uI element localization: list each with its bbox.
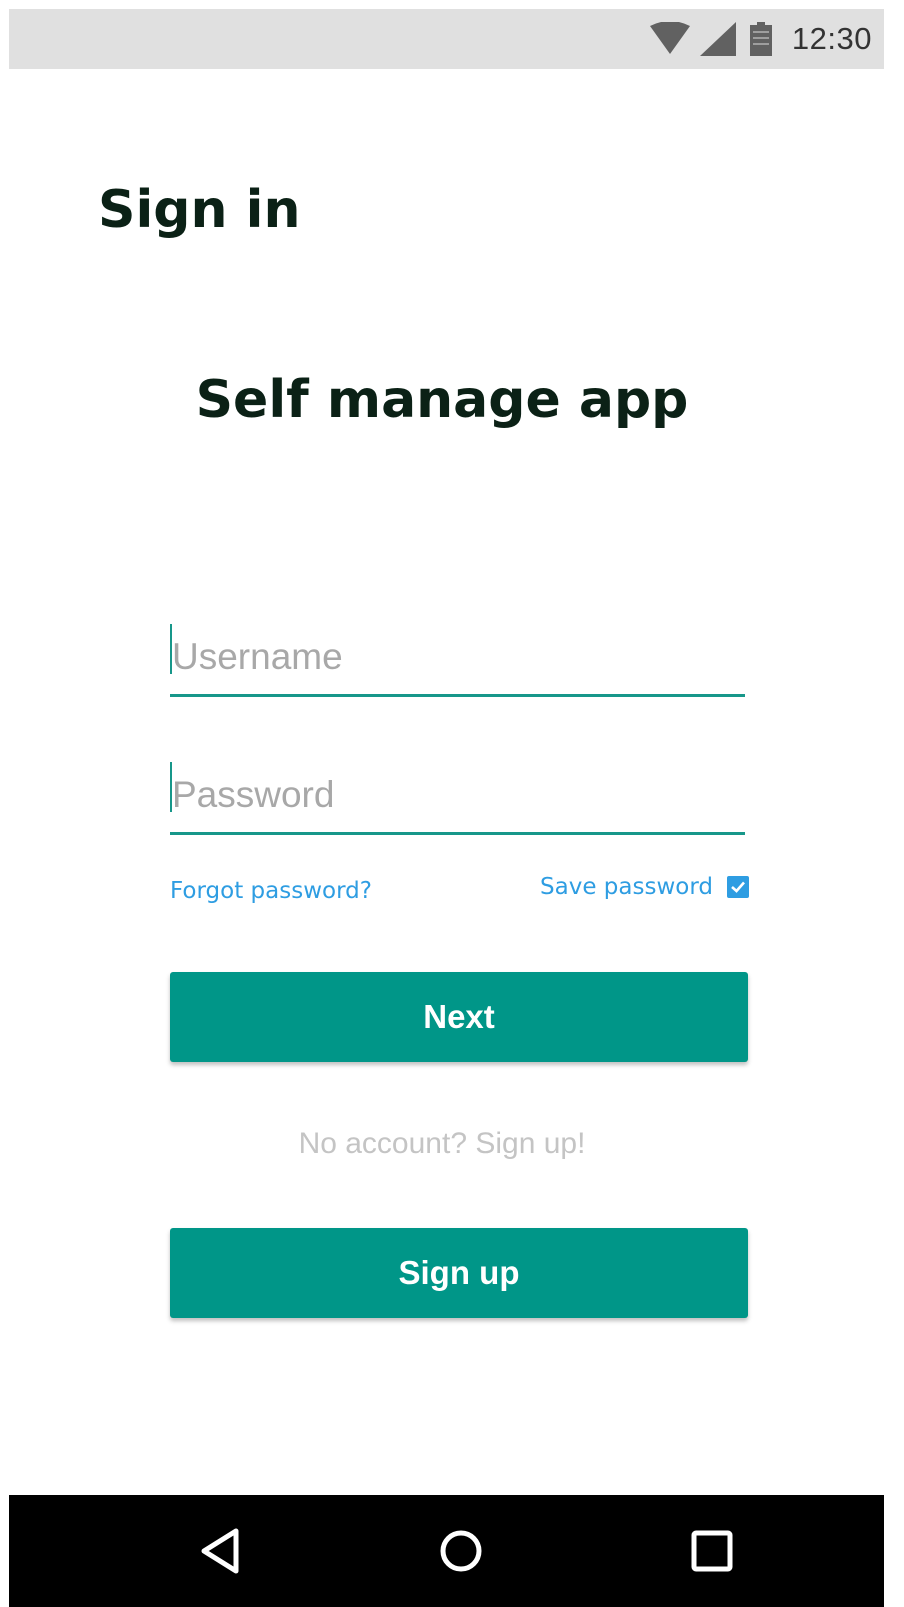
no-account-text: No account? Sign up! (298, 1127, 586, 1160)
status-time: 12:30 (791, 21, 872, 56)
home-button[interactable] (416, 1495, 506, 1607)
recent-apps-button[interactable] (667, 1495, 757, 1607)
save-password-label: Save password (540, 874, 713, 900)
sign-in-screen: 12:30 Sign in Self manage app Forgot pas… (0, 0, 904, 1607)
back-button[interactable] (175, 1495, 265, 1607)
username-input[interactable] (170, 630, 745, 684)
password-field[interactable] (170, 762, 745, 835)
app-name: Self manage app (195, 370, 689, 430)
next-button[interactable]: Next (170, 972, 748, 1062)
home-icon (440, 1530, 482, 1572)
password-input[interactable] (170, 768, 745, 822)
sign-up-button[interactable]: Sign up (170, 1228, 748, 1318)
forgot-password-link[interactable]: Forgot password? (170, 878, 372, 904)
save-password-checkbox[interactable] (727, 876, 749, 898)
wifi-icon (649, 21, 690, 56)
save-password-toggle[interactable]: Save password (540, 874, 749, 900)
page-title: Sign in (98, 180, 301, 240)
back-icon (201, 1528, 239, 1574)
navigation-bar (9, 1495, 884, 1607)
status-icons: 12:30 (649, 9, 872, 69)
signal-icon (699, 22, 736, 56)
username-field[interactable] (170, 624, 745, 697)
status-bar: 12:30 (9, 9, 884, 69)
checkmark-icon (731, 881, 745, 893)
battery-icon (749, 22, 772, 56)
recent-apps-icon (691, 1530, 733, 1572)
